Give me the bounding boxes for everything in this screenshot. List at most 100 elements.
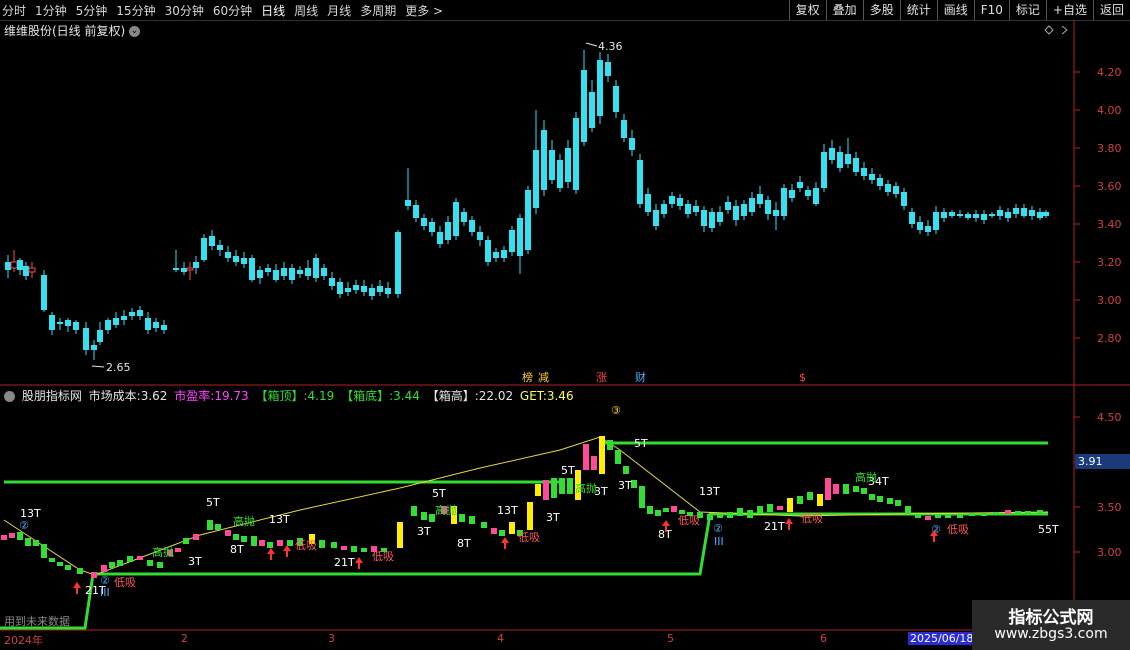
box-height-label: 【箱高】: [426,389,479,403]
signal-5t-c: 5T [561,464,575,477]
candle-body [933,212,939,230]
indicator-bar [559,478,565,494]
candle-body [17,260,23,270]
indicator-bar [147,560,153,566]
candle-body [97,330,103,342]
indicator-bar [825,478,831,500]
indicator-bar [91,572,97,578]
dixi-7: 低吸 [947,523,969,536]
watermark-logo: 指标公式网 www.zbgs3.com [972,600,1130,650]
candle-body [669,196,675,204]
indicator-y-tick-label: 3.00 [1097,546,1122,559]
candle-body [1043,212,1049,216]
candle-body [717,212,723,222]
indicator-bar [33,540,39,546]
candle-body [941,212,947,218]
candle-body [217,245,223,250]
settings-circle-icon[interactable] [4,391,15,402]
main-y-tick-label: 4.00 [1097,104,1122,117]
up-arrow-icon [267,548,275,560]
indicator-bar [225,530,231,536]
candle-body [781,188,787,216]
current-value-text: 3.91 [1078,455,1103,468]
chart-canvas: 4.20 4.00 3.80 3.60 3.40 3.20 3.00 2.80 4.50 4.0… [0,20,1130,632]
candle-body [741,204,747,216]
signal-13t-b: 13T [269,513,290,526]
event-marker-bang[interactable]: 榜 [522,370,533,384]
signal-13t-d: 13T [699,485,720,498]
event-marker-zhang[interactable]: 涨 [596,371,607,384]
diamond-icon[interactable] [1044,25,1054,35]
event-marker-jian[interactable]: 减 [538,371,549,384]
indicator-bar [331,542,337,548]
candle-body [437,232,443,244]
candle-body [257,270,263,278]
candle-body [821,152,827,188]
indicator-bar [101,565,107,572]
indicator-bar [341,546,347,550]
indicator-title[interactable]: 股朋指标网 市场成本:3.62 市盈率:19.73 【箱顶】:4.19 【箱底】… [4,387,577,404]
candle-body [273,270,279,280]
indicator-bar [925,516,931,520]
candle-body [305,268,311,276]
candle-body [573,118,579,190]
candlestick-series [5,50,1049,360]
candle-body [685,204,691,214]
candle-body [461,212,467,222]
event-marker-dollar[interactable]: $ [799,371,806,384]
indicator-bar [9,533,15,538]
indicator-name: 股朋指标网 [21,389,82,403]
indicator-bar [1005,510,1011,514]
date-label-current: 2025/06/18 [908,632,976,645]
indicator-bar [207,520,213,530]
indicator-bar [157,562,163,568]
candle-body [981,214,987,220]
candle-body [413,205,419,218]
indicator-bar [411,506,417,516]
candle-body [709,212,715,228]
candle-body [629,138,635,150]
candle-body [181,268,187,272]
candle-body [893,186,899,194]
indicator-bar [877,496,883,502]
high-pointer [585,42,598,47]
indicator-bar [109,562,115,568]
indicator-bar [853,486,859,492]
future-data-note: 用到未来数据 [4,615,70,628]
candle-body [861,168,867,176]
pe-value: 19.73 [214,389,249,403]
candle-body [693,206,699,212]
indicator-bar [869,494,875,500]
indicator-bar [777,506,783,510]
signal-3t-e: 3T [618,479,632,492]
candle-body [23,266,29,276]
indicator-bar [599,436,605,474]
candle-body [65,320,71,326]
indicator-bar [421,512,427,520]
indicator-bar [459,514,465,522]
indicator-bar [277,540,283,546]
chevron-right-icon[interactable] [1061,25,1068,35]
candle-body [345,288,351,292]
candle-body [57,322,63,324]
candle-body [909,212,915,224]
candle-body [321,268,327,276]
indicator-bar [647,506,653,514]
candle-body [49,315,55,330]
buy-arrows [73,518,938,594]
indicator-bar [117,560,123,566]
high-price-label: 4.36 [598,40,623,53]
low-price-label: 2.65 [106,361,131,374]
candle-body [917,222,923,230]
indicator-bar [57,562,63,566]
indicator-bar [567,478,573,494]
candle-body [1021,208,1027,216]
candle-body [477,232,483,240]
candle-body [565,148,571,182]
event-marker-cai[interactable]: 财 [635,370,646,384]
candle-body [533,150,539,208]
candle-body [385,288,391,294]
indicator-bar [183,538,189,544]
indicator-bar [969,513,975,516]
indicator-bar [1025,511,1031,515]
